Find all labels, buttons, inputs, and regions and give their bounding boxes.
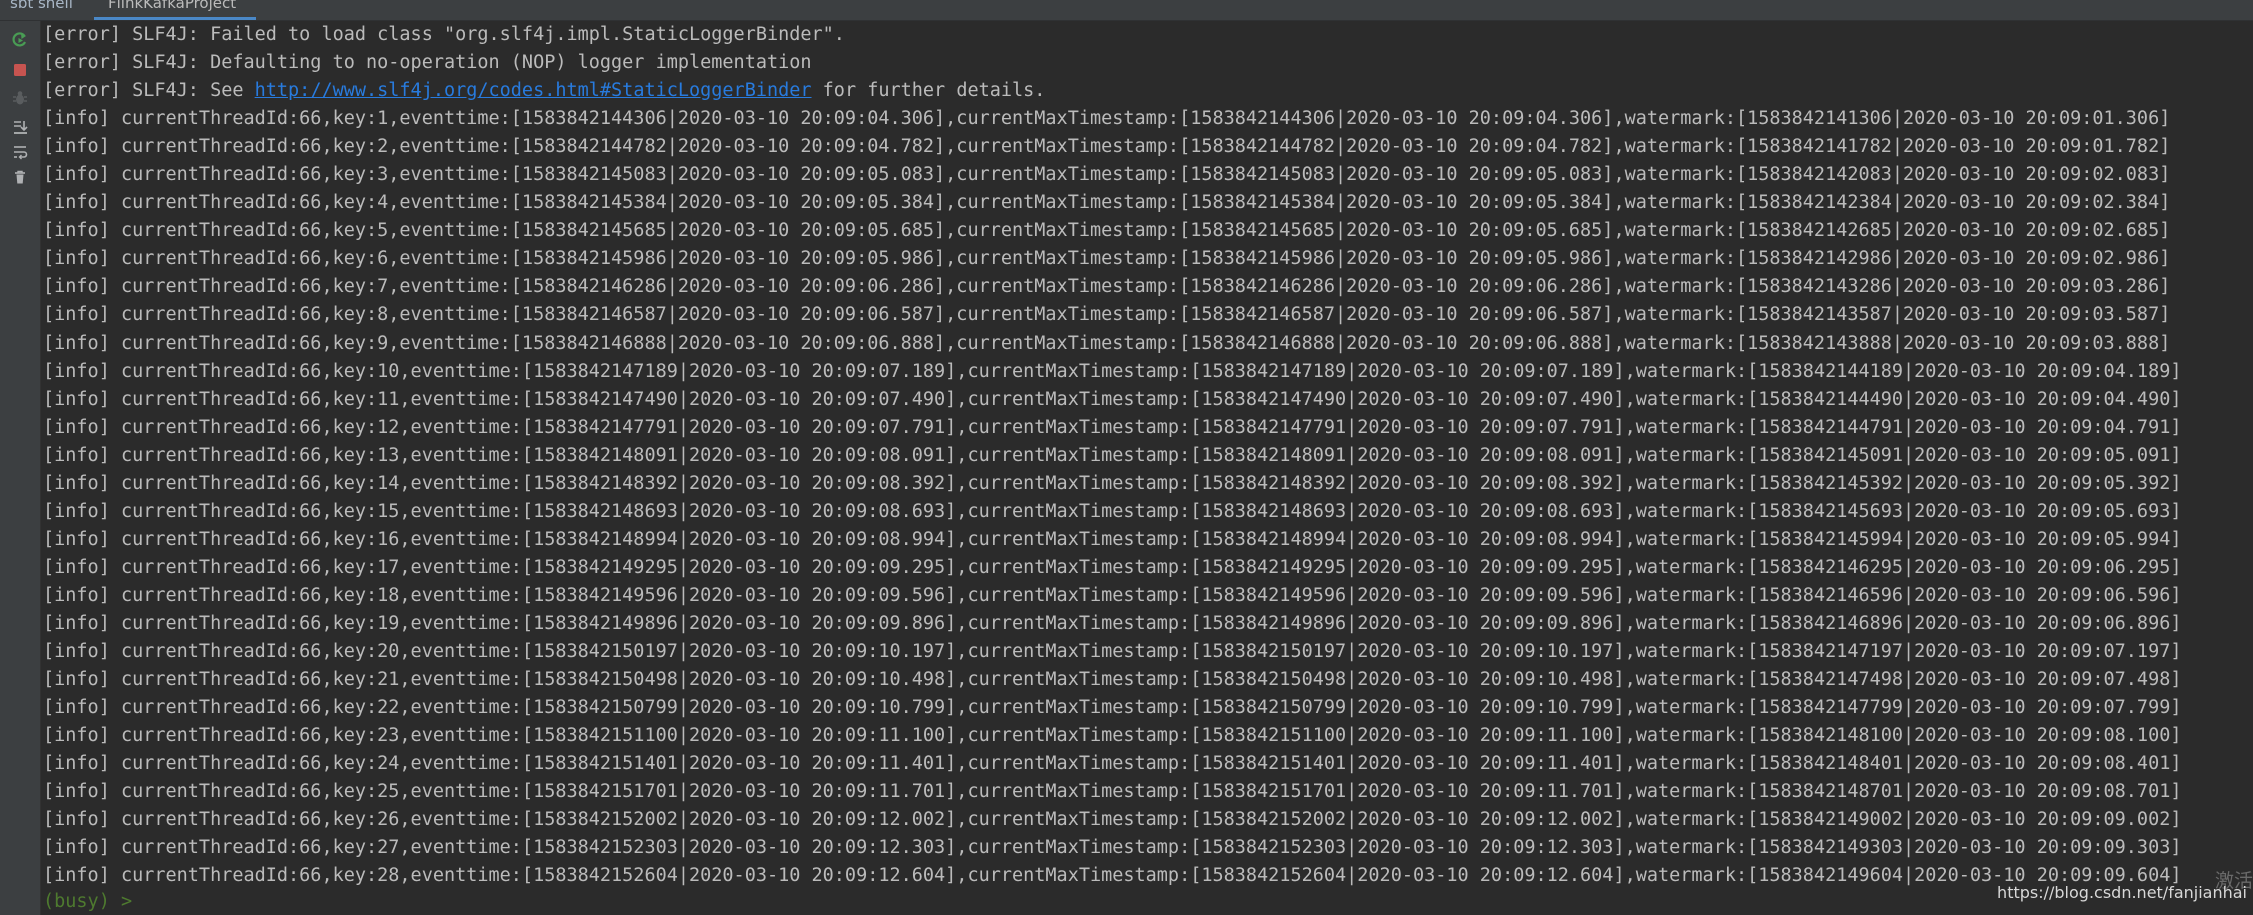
log-line-info: [info] currentThreadId:66,key:17,eventti…: [43, 556, 2182, 578]
log-line-info: [info] currentThreadId:66,key:25,eventti…: [43, 781, 2182, 803]
log-line-info: [info] currentThreadId:66,key:5,eventtim…: [43, 220, 2171, 242]
log-line-info: [info] currentThreadId:66,key:6,eventtim…: [43, 248, 2171, 270]
log-line-info: [info] currentThreadId:66,key:10,eventti…: [43, 360, 2182, 382]
tool-window-tabbar: sbt shell FlinkKafkaProject: [0, 0, 2253, 21]
log-line-info: [info] currentThreadId:66,key:3,eventtim…: [43, 164, 2171, 186]
soft-wrap-icon: [14, 146, 28, 160]
log-line-info: [info] currentThreadId:66,key:27,eventti…: [43, 837, 2182, 859]
log-line-info: [info] currentThreadId:66,key:23,eventti…: [43, 725, 2182, 747]
ide-window: sbt shell FlinkKafkaProject [error] SLF4…: [0, 0, 2253, 915]
log-line-info: [info] currentThreadId:66,key:22,eventti…: [43, 697, 2182, 719]
log-line-info: [info] currentThreadId:66,key:26,eventti…: [43, 809, 2182, 831]
log-line-info: [info] currentThreadId:66,key:21,eventti…: [43, 669, 2182, 691]
console-output[interactable]: [error] SLF4J: Failed to load class "org…: [41, 21, 2253, 915]
clear-all-button[interactable]: [9, 166, 31, 188]
rerun-button[interactable]: [9, 29, 31, 51]
stop-button[interactable]: [9, 59, 31, 81]
log-line-info: [info] currentThreadId:66,key:1,eventtim…: [43, 108, 2171, 130]
log-line-info: [info] currentThreadId:66,key:9,eventtim…: [43, 332, 2171, 354]
log-line-info: [info] currentThreadId:66,key:8,eventtim…: [43, 304, 2171, 326]
rerun-icon: [12, 32, 26, 47]
stop-icon: [14, 64, 26, 76]
log-line-info: [info] currentThreadId:66,key:11,eventti…: [43, 388, 2182, 410]
log-text: [error] SLF4J: See: [43, 80, 255, 102]
trash-icon: [15, 170, 25, 184]
log-line-info: [info] currentThreadId:66,key:7,eventtim…: [43, 276, 2171, 298]
log-line-info: [info] currentThreadId:66,key:19,eventti…: [43, 612, 2182, 634]
watermark-url: https://blog.csdn.net/fanjianhai: [1997, 883, 2247, 902]
log-line-info: [info] currentThreadId:66,key:15,eventti…: [43, 500, 2182, 522]
log-line-error: [error] SLF4J: Defaulting to no-operatio…: [43, 52, 812, 74]
soft-wrap-button[interactable]: [9, 141, 31, 163]
log-line-info: [info] currentThreadId:66,key:20,eventti…: [43, 641, 2182, 663]
log-line-error: [error] SLF4J: Failed to load class "org…: [43, 24, 845, 45]
log-line-info: [info] currentThreadId:66,key:16,eventti…: [43, 528, 2182, 550]
log-lines: [error] SLF4J: Failed to load class "org…: [43, 21, 2181, 890]
log-line-info: [info] currentThreadId:66,key:24,eventti…: [43, 753, 2182, 775]
log-line-info: [info] currentThreadId:66,key:13,eventti…: [43, 444, 2182, 466]
scroll-to-end-button[interactable]: [9, 116, 31, 138]
debug-button[interactable]: [9, 87, 31, 109]
debug-icon: [13, 91, 27, 105]
slf4j-docs-link[interactable]: http://www.slf4j.org/codes.html#StaticLo…: [255, 80, 812, 101]
log-text: for further details.: [811, 80, 1046, 102]
active-tab-indicator: [94, 17, 256, 20]
log-line-info: [info] currentThreadId:66,key:28,eventti…: [43, 865, 2182, 887]
scroll-to-end-icon: [14, 121, 28, 134]
log-line-info: [info] currentThreadId:66,key:14,eventti…: [43, 472, 2182, 494]
tab-sbt-shell[interactable]: sbt shell: [10, 0, 90, 20]
log-line-info: [info] currentThreadId:66,key:2,eventtim…: [43, 136, 2171, 158]
log-line-error-see: [error] SLF4J: See http://www.slf4j.org/…: [43, 77, 2181, 105]
log-line-info: [info] currentThreadId:66,key:4,eventtim…: [43, 192, 2171, 214]
log-line-info: [info] currentThreadId:66,key:12,eventti…: [43, 416, 2182, 438]
log-line-info: [info] currentThreadId:66,key:18,eventti…: [43, 584, 2182, 606]
console-toolbar: [0, 21, 41, 915]
sbt-prompt[interactable]: (busy) >: [43, 888, 132, 915]
